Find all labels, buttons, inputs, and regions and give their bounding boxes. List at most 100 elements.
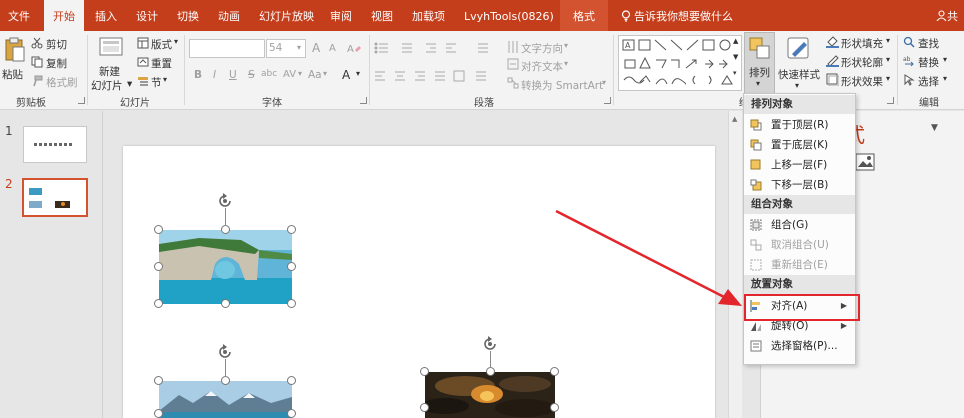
align-text-button[interactable]: 对齐文本 [521,59,563,74]
rotate-handle-icon[interactable] [215,342,235,362]
shapes-gallery[interactable]: A [618,35,742,91]
resize-handle-e[interactable] [287,262,296,271]
resize-handle-se[interactable] [287,299,296,308]
new-slide-dropdown-icon[interactable]: ▾ [127,78,132,90]
new-slide-icon[interactable] [98,36,124,58]
font-launcher-icon[interactable] [360,97,367,104]
select-button[interactable]: 选择 [918,74,939,89]
font-size-input[interactable]: 54 ▾ [266,39,306,58]
shape-outline-button[interactable]: 形状轮廓 [841,55,883,70]
menu-item-send-to-back[interactable]: 置于底层(K) [744,135,855,155]
tab-design[interactable]: 设计 [136,0,158,31]
select-dropdown-icon[interactable]: ▾ [943,74,947,83]
change-case-button[interactable]: Aa [308,69,322,81]
resize-handle-n[interactable] [221,376,230,385]
layout-button[interactable]: 版式 [151,37,172,52]
menu-item-group[interactable]: 组合(G) [744,215,855,235]
tell-me-box[interactable]: 告诉我你想要做什么 [621,0,733,31]
clipboard-launcher-icon[interactable] [78,97,85,104]
shrink-font-button[interactable]: A [329,43,336,54]
quick-styles-dropdown-icon[interactable]: ▾ [795,81,799,90]
menu-item-send-backward[interactable]: 下移一层(B) [744,175,855,195]
menu-item-selection-pane[interactable]: 选择窗格(P)... [744,336,855,356]
picture-icon[interactable] [855,153,875,171]
tab-file[interactable]: 文件 [8,0,30,31]
shape-fill-button[interactable]: 形状填充 [841,36,883,51]
resize-handle-nw[interactable] [154,225,163,234]
quick-styles-button[interactable]: 快速样式 [778,67,820,82]
quick-styles-icon[interactable] [786,36,812,60]
picture-mountains[interactable] [159,381,292,418]
replace-button[interactable]: 替换 [918,55,939,70]
text-direction-dropdown-icon[interactable]: ▾ [564,41,568,50]
shape-effects-dropdown-icon[interactable]: ▾ [886,74,890,83]
cut-button[interactable]: 剪切 [46,37,67,52]
copy-button[interactable]: 复制 [46,56,67,71]
shadow-button[interactable]: abc [261,69,277,79]
drawing-launcher-icon[interactable] [887,97,894,104]
tab-home[interactable]: 开始 [44,0,84,31]
resize-handle-ne[interactable] [287,376,296,385]
paragraph-launcher-icon[interactable] [604,97,611,104]
paste-icon[interactable] [4,37,26,63]
resize-handle-e[interactable] [550,403,559,412]
italic-button[interactable]: I [213,69,216,81]
share-button[interactable]: 共 [936,0,958,31]
gallery-scroll-up-icon[interactable]: ▲ [733,37,738,45]
resize-handle-e[interactable] [287,409,296,418]
new-slide-label[interactable]: 新建 [99,64,120,79]
section-button[interactable]: 节 [151,75,162,90]
char-spacing-button[interactable]: AV [283,69,296,80]
scroll-up-icon[interactable]: ▲ [732,115,737,123]
resize-handle-sw[interactable] [154,299,163,308]
slide-thumbnail-2[interactable] [22,178,88,217]
resize-handle-nw[interactable] [154,376,163,385]
tab-format[interactable]: 格式 [560,0,608,31]
paste-button[interactable]: 粘贴 [2,67,23,82]
tab-lvyhtools[interactable]: LvyhTools(0826) [464,0,554,31]
tab-addins[interactable]: 加载项 [412,0,445,31]
grow-font-button[interactable]: A [312,41,320,55]
bold-button[interactable]: B [194,69,202,81]
gallery-scroll-down-icon[interactable]: ▼ [733,53,738,61]
format-painter-button[interactable]: 格式刷 [46,75,78,90]
align-text-dropdown-icon[interactable]: ▾ [564,59,568,68]
resize-handle-ne[interactable] [550,367,559,376]
picture-sea-arch[interactable] [159,230,292,304]
tab-slideshow[interactable]: 幻灯片放映 [259,0,314,31]
resize-handle-ne[interactable] [287,225,296,234]
font-size-dropdown-icon[interactable]: ▾ [297,43,301,52]
font-color-button[interactable]: A [342,68,350,82]
font-name-input[interactable] [189,39,265,58]
menu-item-ungroup[interactable]: 取消组合(U) [744,235,855,255]
menu-item-bring-forward[interactable]: 上移一层(F) [744,155,855,175]
new-slide-label2[interactable]: 幻灯片 [91,78,123,93]
section-dropdown-icon[interactable]: ▾ [163,75,167,84]
shape-fill-dropdown-icon[interactable]: ▾ [886,36,890,45]
clear-formatting-icon[interactable]: A [347,42,361,54]
resize-handle-n[interactable] [486,367,495,376]
char-spacing-dropdown-icon[interactable]: ▾ [298,69,302,78]
slide-thumbnail-1[interactable] [23,126,87,163]
font-color-dropdown-icon[interactable]: ▾ [356,69,360,78]
rotate-handle-icon[interactable] [480,334,500,354]
text-direction-button[interactable]: 文字方向 [521,41,563,56]
picture-sunset-clouds[interactable] [425,372,555,418]
change-case-dropdown-icon[interactable]: ▾ [323,69,327,78]
resize-handle-s[interactable] [221,299,230,308]
menu-item-regroup[interactable]: 重新组合(E) [744,255,855,275]
find-button[interactable]: 查找 [918,36,939,51]
tab-review[interactable]: 审阅 [330,0,352,31]
menu-item-bring-to-front[interactable]: 置于顶层(R) [744,115,855,135]
gallery-more-icon[interactable]: ▾ [733,69,737,77]
resize-handle-w[interactable] [154,409,163,418]
underline-button[interactable]: U [229,69,237,81]
shapes-gallery-icons[interactable]: A [619,36,743,92]
resize-handle-w[interactable] [420,403,429,412]
resize-handle-w[interactable] [154,262,163,271]
paragraph-align-icons[interactable] [374,70,502,82]
tab-animations[interactable]: 动画 [218,0,240,31]
shape-effects-button[interactable]: 形状效果 [841,74,883,89]
tab-transitions[interactable]: 切换 [177,0,199,31]
layout-dropdown-icon[interactable]: ▾ [174,37,178,46]
